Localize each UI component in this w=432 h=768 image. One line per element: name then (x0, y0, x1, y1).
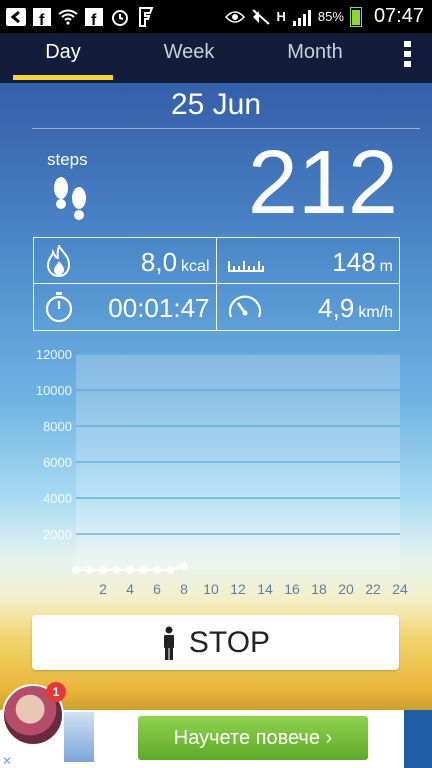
chart-data-point (72, 566, 80, 574)
chart-data-point (166, 566, 175, 574)
chart-x-tick-label: 10 (203, 581, 219, 597)
steps-label: steps (47, 150, 88, 169)
signal-icon (292, 7, 312, 27)
chart-x-tick-label: 2 (99, 581, 107, 597)
clock: 07:47 (373, 5, 424, 27)
distance-cell: 148 m (216, 238, 399, 284)
chart-x-tick-label: 8 (180, 581, 188, 597)
calories-value: 8,0 kcal (140, 247, 210, 277)
chart-data-point (153, 566, 161, 574)
chart-y-tick-label: 6000 (43, 455, 72, 470)
chart-x-tick-label: 12 (230, 581, 246, 597)
status-bar: f f H 85% 07:47 (0, 0, 432, 33)
ad-close-button[interactable]: ✕ (2, 754, 12, 768)
person-icon (163, 626, 174, 660)
duration-value: 00:01:47 (108, 293, 210, 323)
stop-button[interactable]: STOP (32, 615, 399, 670)
tab-day[interactable]: Day (0, 33, 126, 83)
svg-text:f: f (91, 12, 97, 26)
stop-label: STOP (188, 625, 271, 659)
network-type: H (276, 9, 286, 24)
facebook-icon: f (84, 7, 104, 27)
date-label: 25 Jun (170, 88, 262, 121)
chart-x-tick-label: 16 (284, 581, 300, 597)
stopwatch-icon (45, 292, 73, 323)
tab-month[interactable]: Month (252, 33, 378, 83)
chart-data-point (85, 566, 94, 574)
chart-y-tick-label: 4000 (43, 491, 72, 506)
facebook-icon: f (32, 7, 52, 27)
chart-data-point (112, 566, 121, 574)
battery-percent: 85% (317, 9, 344, 24)
ad-cta-button[interactable]: Научете повече › (138, 716, 368, 760)
chart-x-tick-label: 24 (392, 581, 408, 597)
mute-icon (251, 7, 271, 27)
tab-week[interactable]: Week (126, 33, 252, 83)
distance-unit: m (379, 258, 393, 275)
distance-value: 148 m (332, 247, 393, 277)
back-arrow-icon (6, 7, 26, 27)
chart-y-tick-label: 8000 (43, 419, 72, 434)
chart-data-point (139, 566, 148, 574)
wifi-icon (58, 7, 78, 27)
steps-chart: 120001000080006000400020002 4 6 8 10 12 14 16 18… (36, 347, 408, 597)
flame-icon (46, 245, 71, 277)
steps-count: 212 (247, 133, 398, 233)
battery-icon (349, 6, 362, 27)
speed-value: 4,9 km/h (318, 293, 393, 323)
notification-badge: 1 (46, 682, 66, 702)
speed-unit: km/h (358, 304, 393, 321)
chart-data-point (99, 566, 107, 574)
ruler-icon (227, 261, 264, 272)
chart-y-tick-label: 12000 (36, 347, 72, 362)
foursquare-icon (136, 6, 156, 27)
duration-cell: 00:01:47 (34, 284, 217, 330)
svg-text:f: f (39, 12, 45, 26)
chart-data-point (126, 566, 134, 574)
ad-image (64, 712, 94, 762)
overflow-menu-icon[interactable] (404, 41, 412, 67)
chart-x-tick-label: 4 (126, 581, 134, 597)
calories-cell: 8,0 kcal (34, 238, 217, 284)
eye-icon (224, 7, 245, 27)
chart-x-tick-label: 6 (153, 581, 161, 597)
divider (32, 128, 420, 129)
calories-unit: kcal (181, 258, 210, 275)
chart-x-tick-label: 14 (257, 581, 273, 597)
speed-cell: 4,9 km/h (217, 284, 400, 330)
chart-x-tick-label: 20 (338, 581, 354, 597)
footprints-icon (54, 177, 86, 220)
speedometer-icon (228, 295, 261, 318)
alarm-clock-icon (110, 7, 130, 27)
chart-x-tick-label: 18 (311, 581, 327, 597)
ad-image-right (404, 710, 432, 768)
chart-x-tick-label: 22 (365, 581, 381, 597)
stats-grid: 8,0 kcal 148 m 00:01:47 4,9 km/h (33, 237, 400, 331)
chart-data-point (180, 562, 188, 571)
chart-y-tick-label: 2000 (43, 527, 72, 542)
chart-y-tick-label: 10000 (36, 383, 72, 398)
period-tabs: Day Week Month (0, 33, 432, 83)
